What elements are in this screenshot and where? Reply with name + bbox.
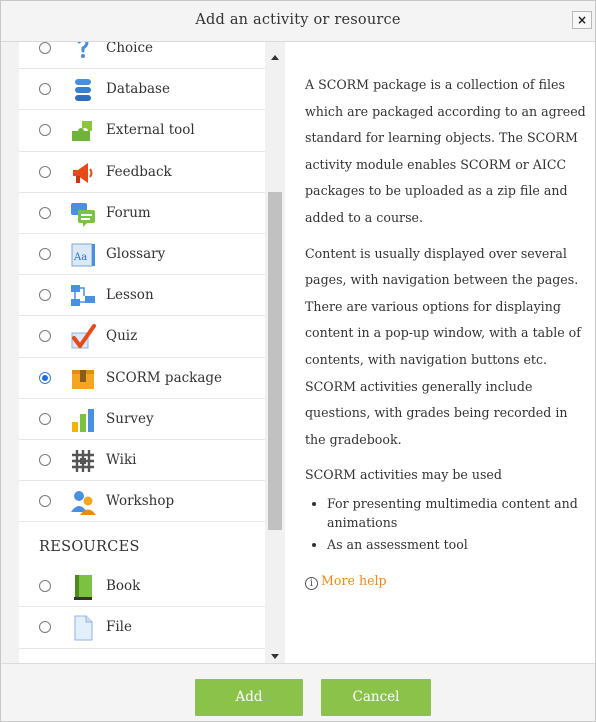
option-label: Glossary [106,245,166,262]
module-description: A SCORM package is a collection of files… [305,72,587,595]
description-paragraph: A SCORM package is a collection of files… [305,77,586,225]
option-forum[interactable]: Forum [19,193,265,234]
scroll-down-arrow-icon[interactable] [271,654,279,659]
puzzle-icon [72,121,92,142]
option-label: SCORM package [106,369,223,386]
bullet-item: For presenting multimedia content and an… [327,494,587,532]
radio-workshop[interactable] [39,495,51,508]
radio-forum[interactable] [39,206,51,219]
option-survey[interactable]: Survey [19,399,265,440]
option-label: Feedback [106,163,172,180]
radio-external-tool[interactable] [39,124,51,137]
database-icon [75,79,91,102]
choice-icon [77,42,89,58]
description-pane: A SCORM package is a collection of files… [285,42,595,663]
resources-heading-text: RESOURCES [39,539,140,556]
radio-choice[interactable] [39,42,51,54]
close-button[interactable]: × [572,11,592,29]
option-wiki[interactable]: Wiki [19,440,265,482]
option-feedback[interactable]: Feedback [19,152,265,193]
option-quiz[interactable]: Quiz [19,316,265,358]
option-label: External tool [106,122,195,139]
options-gutter [1,42,19,663]
option-label: Book [106,578,141,595]
dialog-footer: Add Cancel [1,663,595,721]
book-icon [74,575,92,601]
option-choice[interactable]: Choice [19,42,265,70]
dialog-header: Add an activity or resource × [1,1,595,42]
scorm-package-icon [72,369,94,389]
radio-database[interactable] [39,83,51,96]
radio-book[interactable] [39,580,51,593]
option-database[interactable]: Database [19,69,265,111]
option-label: Workshop [106,493,175,510]
workshop-icon [71,491,96,516]
option-glossary[interactable]: Aa Glossary [19,234,265,276]
options-list[interactable]: Choice Database External tool Feedback F… [19,42,265,663]
radio-lesson[interactable] [39,289,51,302]
description-paragraph: SCORM activities may be used [305,467,502,483]
add-button[interactable]: Add [195,679,303,716]
option-label: File [106,619,132,636]
option-file[interactable]: File [19,607,265,649]
bullet-item: As an assessment tool [327,535,587,554]
svg-text:Aa: Aa [73,252,87,263]
radio-wiki[interactable] [39,453,51,466]
scroll-up-arrow-icon[interactable] [271,55,279,60]
option-scorm-package[interactable]: SCORM package [19,357,265,399]
option-label: Survey [106,410,154,427]
radio-scorm-package[interactable] [39,371,51,384]
file-icon [74,615,93,641]
lesson-icon [71,285,95,307]
wiki-icon [72,449,94,472]
forum-icon [71,202,95,227]
glossary-icon: Aa [71,243,95,267]
option-label: Database [106,81,170,98]
option-label: Quiz [106,328,138,345]
radio-file[interactable] [39,621,51,634]
radio-feedback[interactable] [39,165,51,178]
description-bullet-list: For presenting multimedia content and an… [305,494,587,554]
scroll-thumb[interactable] [268,192,282,530]
radio-quiz[interactable] [39,330,51,343]
cancel-button[interactable]: Cancel [321,679,431,716]
quiz-check-icon [71,324,96,349]
radio-survey[interactable] [39,412,51,425]
description-paragraph: Content is usually displayed over severa… [305,245,581,447]
megaphone-icon [73,162,93,183]
survey-chart-icon [72,408,94,432]
radio-glossary[interactable] [39,247,51,260]
more-help-link[interactable]: i More help [305,568,587,595]
option-label: Wiki [106,451,137,468]
info-icon: i [305,576,318,590]
option-label: Lesson [106,287,154,304]
option-label: Choice [106,42,154,56]
option-label: Forum [106,204,151,221]
resources-heading: RESOURCES [19,522,265,566]
activity-chooser-dialog: Add an activity or resource × Choice Dat… [0,0,596,722]
options-scrollbar[interactable] [265,42,285,663]
dialog-title: Add an activity or resource [195,12,401,28]
option-book[interactable]: Book [19,566,265,608]
option-external-tool[interactable]: External tool [19,110,265,152]
option-workshop[interactable]: Workshop [19,481,265,523]
more-help-text[interactable]: More help [321,573,387,588]
option-lesson[interactable]: Lesson [19,275,265,317]
